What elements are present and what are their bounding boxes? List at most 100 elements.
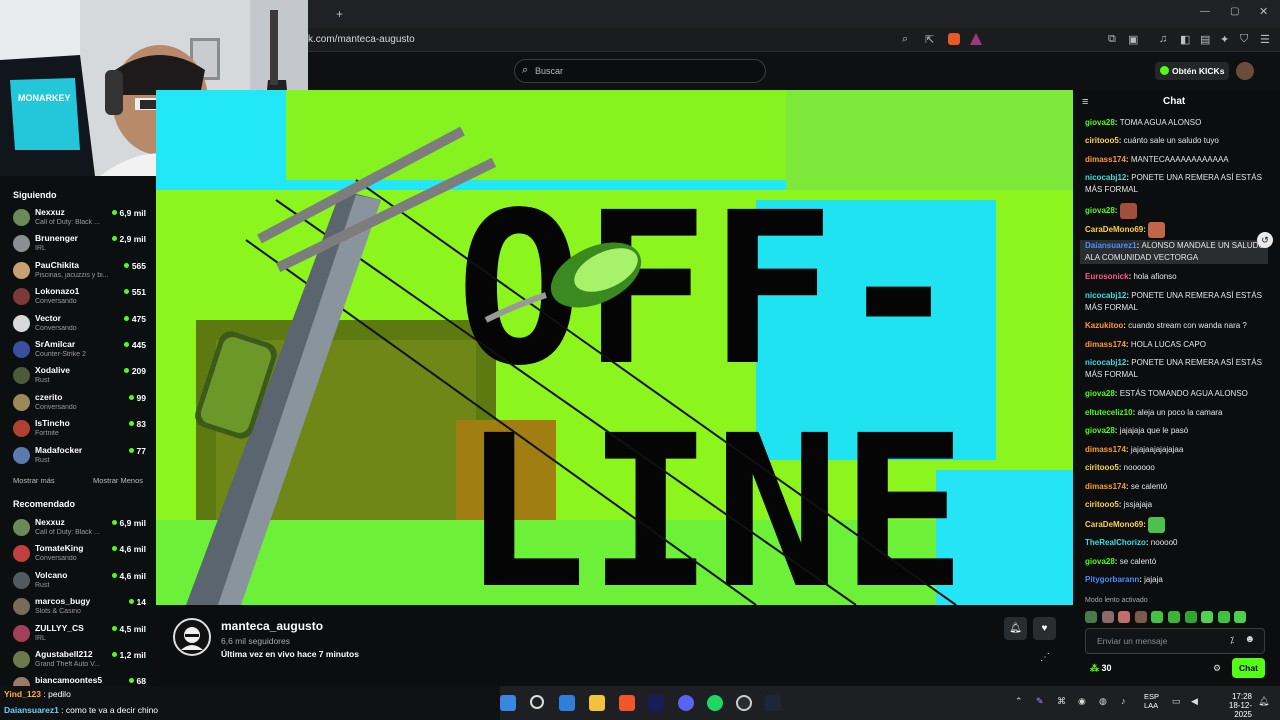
recommended-channel-item[interactable]: marcos_bugy Slots & Casino 14 (0, 595, 156, 621)
emote-icon[interactable] (1118, 611, 1131, 623)
clock[interactable]: 17:28 18-12-2025 (1220, 692, 1252, 719)
chat-username[interactable]: ciritooo5 (1085, 463, 1119, 472)
leo-icon[interactable]: ✦ (1220, 33, 1229, 46)
zoom-icon[interactable]: ⌕ (902, 33, 908, 46)
chat-username[interactable]: ciritooo5 (1085, 136, 1119, 145)
steam-icon[interactable] (765, 695, 781, 711)
recommended-channel-item[interactable]: TomateKing Conversando 4,6 mil (0, 542, 156, 568)
recommended-channel-item[interactable]: Volcano Rust 4,6 mil (0, 569, 156, 595)
recommended-channel-item[interactable]: Agustabell212 Grand Theft Auto V... 1,2 mi… (0, 648, 156, 674)
music-icon[interactable]: ♫ (1159, 33, 1167, 45)
search-input[interactable]: ⌕ Buscar (514, 59, 766, 83)
chat-username[interactable]: giova28 (1085, 206, 1115, 215)
emote-icon[interactable] (1167, 611, 1180, 623)
menu-icon[interactable]: ☰ (1260, 33, 1270, 46)
emote-icon[interactable] (1101, 611, 1114, 623)
share-icon[interactable]: ⋰ (1040, 652, 1050, 663)
tray-steam-icon[interactable]: ◉ (1078, 696, 1086, 707)
chat-username[interactable]: giova28 (1085, 557, 1115, 566)
following-channel-item[interactable]: Vector Conversando 475 (0, 312, 156, 338)
brave-shield-icon[interactable] (948, 33, 960, 45)
show-less-link[interactable]: Mostrar Menos (93, 476, 143, 485)
reader-icon[interactable]: ▣ (1128, 33, 1138, 46)
url-text[interactable]: k.com/manteca-augusto (308, 34, 415, 45)
chat-username[interactable]: dimass174 (1085, 445, 1126, 454)
following-channel-item[interactable]: SrAmilcar Counter-Strike 2 445 (0, 338, 156, 364)
translate-icon[interactable]: ⁒ (1230, 635, 1234, 646)
tray-controller-icon[interactable]: ⌘ (1057, 696, 1066, 707)
tray-discord-icon[interactable]: ◍ (1099, 696, 1107, 707)
chat-username[interactable]: dimass174 (1085, 340, 1126, 349)
user-avatar[interactable] (1236, 62, 1254, 80)
chat-username[interactable]: eltuteceliz10 (1085, 408, 1133, 417)
collapse-chat-icon[interactable]: ≡ (1082, 96, 1088, 108)
chat-username[interactable]: TheRealChorizo (1085, 538, 1146, 547)
following-channel-item[interactable]: PauChikita Piscinas, jacuzzis y bi... 565 (0, 259, 156, 285)
follow-button[interactable]: ♥ (1033, 617, 1056, 640)
microphone-icon[interactable]: ♪ (1121, 696, 1126, 706)
chat-username[interactable]: dimass174 (1085, 155, 1126, 164)
scroll-to-bottom-icon[interactable]: ↺ (1257, 232, 1273, 248)
discord-icon[interactable] (678, 695, 694, 711)
notification-icon[interactable]: 🔔︎ (1258, 696, 1269, 707)
taskbar-search-icon[interactable] (530, 695, 544, 709)
chat-username[interactable]: nicocabj12 (1085, 291, 1126, 300)
notifications-button[interactable]: 🔔︎ (1004, 617, 1027, 640)
tray-expand-icon[interactable]: ⌃ (1015, 696, 1023, 707)
vpn-icon[interactable]: ⛉ (1240, 33, 1248, 46)
chat-username[interactable]: nicocabj12 (1085, 173, 1126, 182)
start-icon[interactable] (500, 695, 516, 711)
new-tab-icon[interactable]: + (336, 7, 343, 21)
chat-username[interactable]: Pitygorbarann (1085, 575, 1139, 584)
chat-username[interactable]: ciritooo5 (1085, 500, 1119, 509)
following-channel-item[interactable]: Madafocker Rust 77 (0, 444, 156, 470)
emoji-icon[interactable]: ☻ (1244, 634, 1255, 645)
language-indicator[interactable]: ESP LAA (1144, 692, 1159, 710)
chat-username[interactable]: Kazukitoo (1085, 321, 1123, 330)
get-kicks-button[interactable]: Obtén KICKs (1155, 62, 1229, 80)
following-channel-item[interactable]: Lokonazo1 Conversando 551 (0, 285, 156, 311)
recommended-channel-item[interactable]: ZULLYY_CS IRL 4,5 mil (0, 622, 156, 648)
sidebar-toggle-icon[interactable]: ◧ (1180, 33, 1190, 46)
maximize-icon[interactable]: ▢ (1230, 6, 1239, 17)
chat-input[interactable]: Enviar un mensaje ⁒ ☻ (1085, 628, 1265, 654)
network-icon[interactable]: ▭ (1172, 696, 1181, 707)
chat-username[interactable]: dimass174 (1085, 482, 1126, 491)
following-channel-item[interactable]: Xodalive Rust 209 (0, 364, 156, 390)
chat-username[interactable]: Daiansuarez1 (1085, 241, 1137, 250)
following-channel-item[interactable]: czerito Conversando 99 (0, 391, 156, 417)
spotify-icon[interactable] (707, 695, 723, 711)
following-channel-item[interactable]: Brunenger IRL 2,9 mil (0, 232, 156, 258)
premiere-icon[interactable] (648, 695, 664, 711)
wallet-icon[interactable]: ▤ (1200, 33, 1210, 46)
emote-bar[interactable] (1085, 610, 1265, 624)
emote-icon[interactable] (1217, 611, 1230, 623)
chat-settings-icon[interactable]: ⚙ (1213, 663, 1221, 674)
recommended-channel-item[interactable]: Nexxuz Call of Duty: Black ... 6,9 mil (0, 516, 156, 542)
close-window-icon[interactable]: ✕ (1259, 5, 1268, 18)
channel-name[interactable]: manteca_augusto (221, 619, 323, 633)
chat-username[interactable]: giova28 (1085, 118, 1115, 127)
obs-icon[interactable] (736, 695, 752, 711)
following-channel-item[interactable]: Nexxuz Call of Duty: Black ... 6,9 mil (0, 206, 156, 232)
volume-icon[interactable]: ◀ (1191, 696, 1198, 707)
extensions-icon[interactable]: ⧉ (1108, 33, 1116, 46)
emote-icon[interactable] (1085, 611, 1097, 623)
photos-icon[interactable] (559, 695, 575, 711)
emote-icon[interactable] (1201, 611, 1214, 623)
emote-icon[interactable] (1134, 611, 1147, 623)
share-page-icon[interactable]: ⇱ (925, 33, 934, 46)
chat-username[interactable]: CaraDeMono69 (1085, 520, 1143, 529)
brave-browser-icon[interactable] (619, 695, 635, 711)
following-channel-item[interactable]: IsTincho Fortnite 83 (0, 417, 156, 443)
tray-app-icon[interactable]: ✎ (1036, 696, 1044, 707)
chat-username[interactable]: giova28 (1085, 389, 1115, 398)
emote-icon[interactable] (1151, 611, 1164, 623)
emote-icon[interactable] (1184, 611, 1197, 623)
channel-points[interactable]: ⁂ 30 (1090, 663, 1112, 674)
chat-username[interactable]: Eurosonick (1085, 272, 1129, 281)
chat-username[interactable]: CaraDeMono69 (1085, 225, 1143, 234)
emote-icon[interactable] (1234, 611, 1247, 623)
file-explorer-icon[interactable] (589, 695, 605, 711)
minimize-icon[interactable]: — (1200, 6, 1210, 17)
